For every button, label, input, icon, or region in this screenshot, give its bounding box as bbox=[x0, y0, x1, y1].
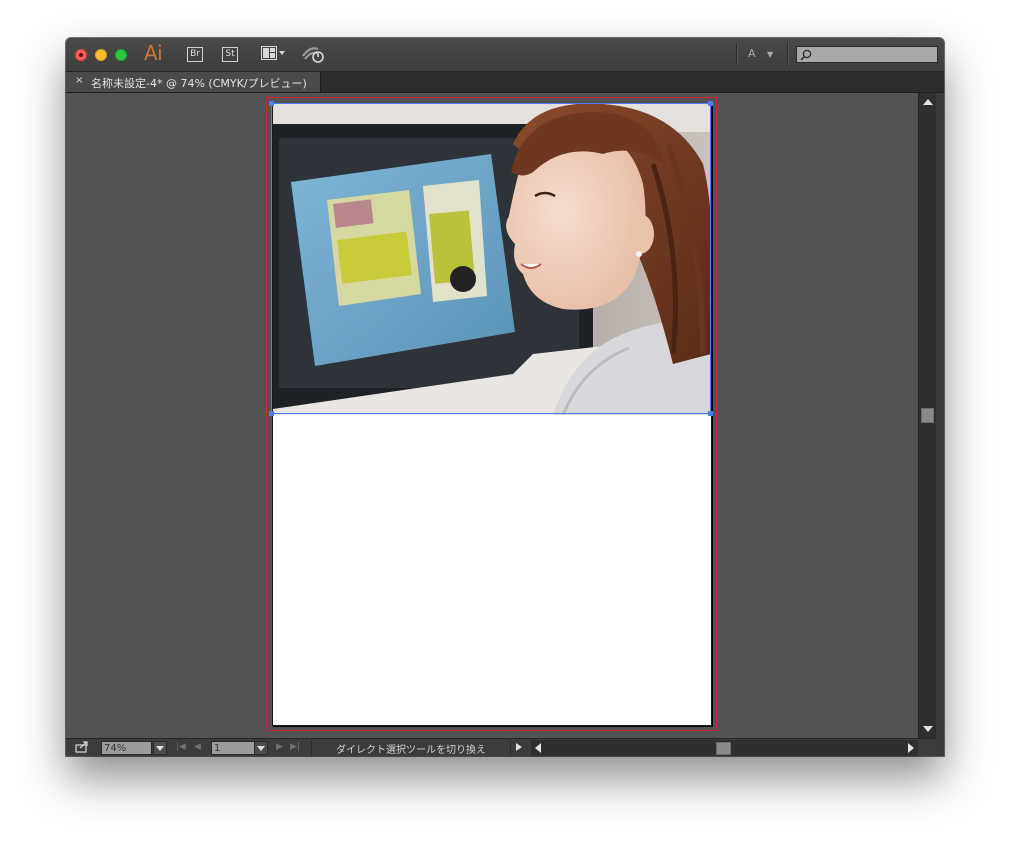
sync-settings-icon[interactable] bbox=[302, 44, 326, 64]
toolbar-divider bbox=[787, 43, 789, 66]
current-tool-status: ダイレクト選択ツールを切り換え bbox=[311, 741, 511, 756]
close-window-button[interactable] bbox=[75, 49, 87, 61]
search-icon bbox=[800, 49, 812, 61]
zoom-level-field[interactable]: 74% bbox=[101, 741, 152, 755]
zoom-window-button[interactable] bbox=[115, 49, 127, 61]
first-artboard-icon[interactable]: |◀ bbox=[176, 742, 186, 752]
stock-button[interactable]: St bbox=[222, 47, 238, 62]
chevron-down-icon: ▼ bbox=[767, 50, 774, 59]
canvas-area[interactable] bbox=[66, 93, 918, 738]
status-menu-arrow-icon[interactable] bbox=[516, 743, 522, 751]
illustrator-logo: Ai bbox=[144, 41, 163, 65]
horizontal-scrollbar[interactable] bbox=[531, 740, 918, 756]
vertical-scroll-thumb[interactable] bbox=[921, 408, 934, 423]
workspace-label: A bbox=[748, 47, 756, 60]
horizontal-scroll-thumb[interactable] bbox=[716, 742, 731, 755]
panel-edge bbox=[936, 93, 944, 756]
placed-photo[interactable] bbox=[273, 104, 711, 415]
tab-document[interactable]: × 名称未設定-4* @ 74% (CMYK/プレビュー) bbox=[66, 72, 321, 92]
document-tab-bar: × 名称未設定-4* @ 74% (CMYK/プレビュー) bbox=[66, 72, 944, 93]
artboard-dropdown-button[interactable] bbox=[254, 741, 268, 755]
scroll-left-arrow-icon[interactable] bbox=[535, 743, 541, 753]
scroll-up-arrow-icon[interactable] bbox=[923, 99, 933, 105]
scroll-right-arrow-icon[interactable] bbox=[908, 743, 914, 753]
help-search-input[interactable] bbox=[796, 46, 938, 63]
last-artboard-icon[interactable]: ▶| bbox=[290, 742, 300, 752]
title-bar: Ai Br St A ▼ bbox=[66, 38, 944, 72]
bridge-button[interactable]: Br bbox=[187, 47, 203, 62]
document-title: 名称未設定-4* @ 74% (CMYK/プレビュー) bbox=[91, 77, 307, 90]
workspace-switcher[interactable]: A ▼ bbox=[748, 47, 773, 60]
zoom-dropdown-button[interactable] bbox=[153, 741, 167, 755]
artboard-number-field[interactable]: 1 bbox=[211, 741, 255, 755]
vertical-scrollbar[interactable] bbox=[918, 93, 936, 738]
scroll-down-arrow-icon[interactable] bbox=[923, 726, 933, 732]
close-tab-icon[interactable]: × bbox=[75, 75, 83, 86]
previous-artboard-icon[interactable]: ◀ bbox=[194, 742, 201, 752]
status-bar: 74% |◀ ◀ 1 ▶ ▶| ダイレクト選択ツールを切り換え bbox=[66, 738, 936, 756]
artboard[interactable] bbox=[272, 103, 712, 726]
next-artboard-icon[interactable]: ▶ bbox=[276, 742, 283, 752]
share-icon[interactable] bbox=[75, 741, 89, 753]
minimize-window-button[interactable] bbox=[95, 49, 107, 61]
illustrator-window: Ai Br St A ▼ × 名称未設定-4* @ 74% (CMYK/プレビュ… bbox=[66, 38, 944, 756]
toolbar-divider bbox=[736, 43, 738, 66]
arrange-documents-icon[interactable] bbox=[261, 46, 287, 62]
